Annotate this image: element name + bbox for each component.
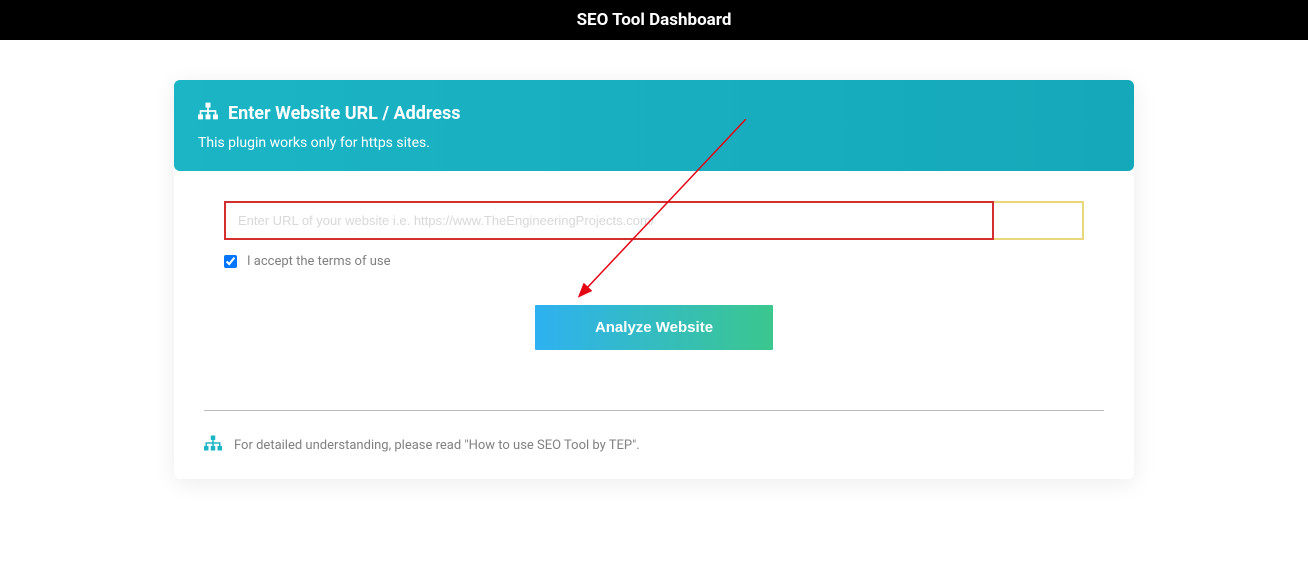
divider [204,410,1104,411]
sitemap-icon [204,435,222,455]
url-input[interactable] [224,201,994,240]
page-title: SEO Tool Dashboard [577,10,732,30]
main-card: Enter Website URL / Address This plugin … [174,80,1134,479]
panel-title: Enter Website URL / Address [228,103,460,124]
footer-note-text: For detailed understanding, please read … [234,438,640,453]
analyze-button[interactable]: Analyze Website [535,305,773,350]
url-input-row [224,201,1084,240]
terms-label: I accept the terms of use [247,254,390,269]
analyze-button-wrapper: Analyze Website [224,305,1084,350]
panel-subtitle: This plugin works only for https sites. [198,135,1110,151]
form-area: I accept the terms of use Analyze Websit… [174,201,1134,410]
panel-title-row: Enter Website URL / Address [198,102,1110,125]
terms-checkbox[interactable] [224,255,237,268]
page-header: SEO Tool Dashboard [0,0,1308,40]
footer-note-row: For detailed understanding, please read … [174,435,1134,479]
url-side-box [994,201,1084,240]
sitemap-icon [198,102,218,125]
terms-row: I accept the terms of use [224,254,1084,269]
instruction-panel: Enter Website URL / Address This plugin … [174,80,1134,171]
